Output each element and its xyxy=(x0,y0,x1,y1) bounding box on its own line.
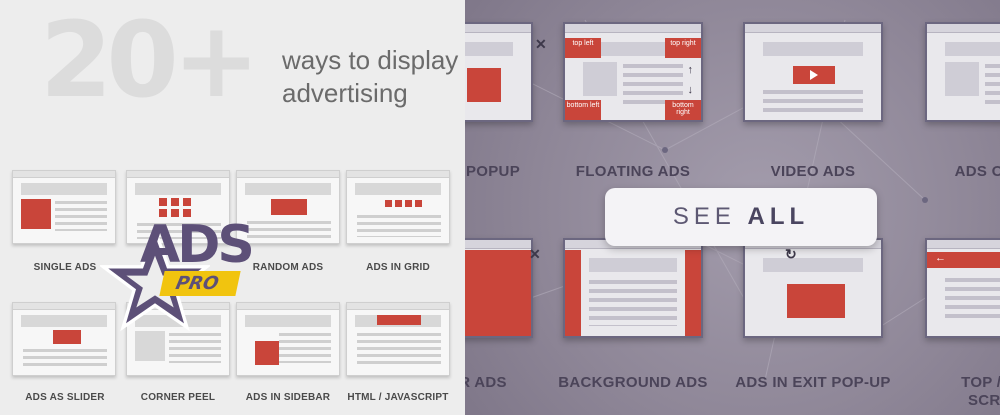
thumb-top-bottom-scroll[interactable]: ← xyxy=(925,238,1000,338)
right-panel: ✕ top left top right bottom left bottom … xyxy=(465,0,1000,415)
label-top-bottom: TOP / BO xyxy=(961,374,1000,391)
see-all-see: SEE xyxy=(672,203,736,230)
play-icon xyxy=(810,70,818,80)
label-ads-in-grid: ADS IN GRID xyxy=(366,262,430,273)
thumb-ads-over[interactable] xyxy=(925,22,1000,122)
left-panel: 20+ ways to display advertising SINGLE A… xyxy=(0,0,465,415)
logo-ads-word: ADS xyxy=(140,215,255,275)
label-video-ads: VIDEO ADS xyxy=(770,163,856,180)
thumb-ads-in-exit-popup[interactable] xyxy=(743,238,883,338)
reload-icon: ↻ xyxy=(785,246,797,262)
logo-pro-badge: PRO xyxy=(159,271,242,296)
thumb-r-ads[interactable] xyxy=(465,238,533,338)
label-html-javascript: HTML / JAVASCRIPT xyxy=(347,392,449,403)
label-ads-as-slider: ADS AS SLIDER xyxy=(25,392,105,403)
see-all-all: ALL xyxy=(747,203,810,230)
close-icon: ✕ xyxy=(535,36,547,52)
floating-top-right: top right xyxy=(665,38,701,58)
arrow-down-icon: ↓ xyxy=(687,84,694,96)
thumb-ads-in-grid[interactable] xyxy=(346,170,450,244)
ads-pro-logo: ADS PRO xyxy=(100,215,255,335)
see-all-button[interactable]: SEE ALL xyxy=(605,188,877,246)
floating-bottom-left: bottom left xyxy=(565,100,601,120)
hero-tagline: ways to display advertising xyxy=(282,45,459,108)
arrow-left-icon: ← xyxy=(935,252,946,264)
thumb-video-ads[interactable] xyxy=(743,22,883,122)
floating-top-left: top left xyxy=(565,38,601,58)
label-ads-in-exit-popup: ADS IN EXIT POP-UP xyxy=(735,374,891,391)
thumb-popup[interactable] xyxy=(465,22,533,122)
close-icon: ✕ xyxy=(529,246,541,262)
label-scroll: SCROL xyxy=(968,392,1000,409)
thumb-floating-ads[interactable]: top left top right bottom left bottom ri… xyxy=(563,22,703,122)
thumb-background-ads[interactable] xyxy=(563,238,703,338)
arrow-up-icon: ↑ xyxy=(687,64,694,76)
label-floating-ads: FLOATING ADS xyxy=(575,163,691,180)
thumb-ads-in-sidebar[interactable] xyxy=(236,302,340,376)
thumb-html-javascript[interactable] xyxy=(346,302,450,376)
label-ads-over: ADS OVER xyxy=(954,163,1000,180)
label-background-ads: BACKGROUND ADS xyxy=(558,374,708,391)
floating-bottom-right: bottom right xyxy=(665,100,701,120)
hero-number: 20+ xyxy=(40,0,260,121)
